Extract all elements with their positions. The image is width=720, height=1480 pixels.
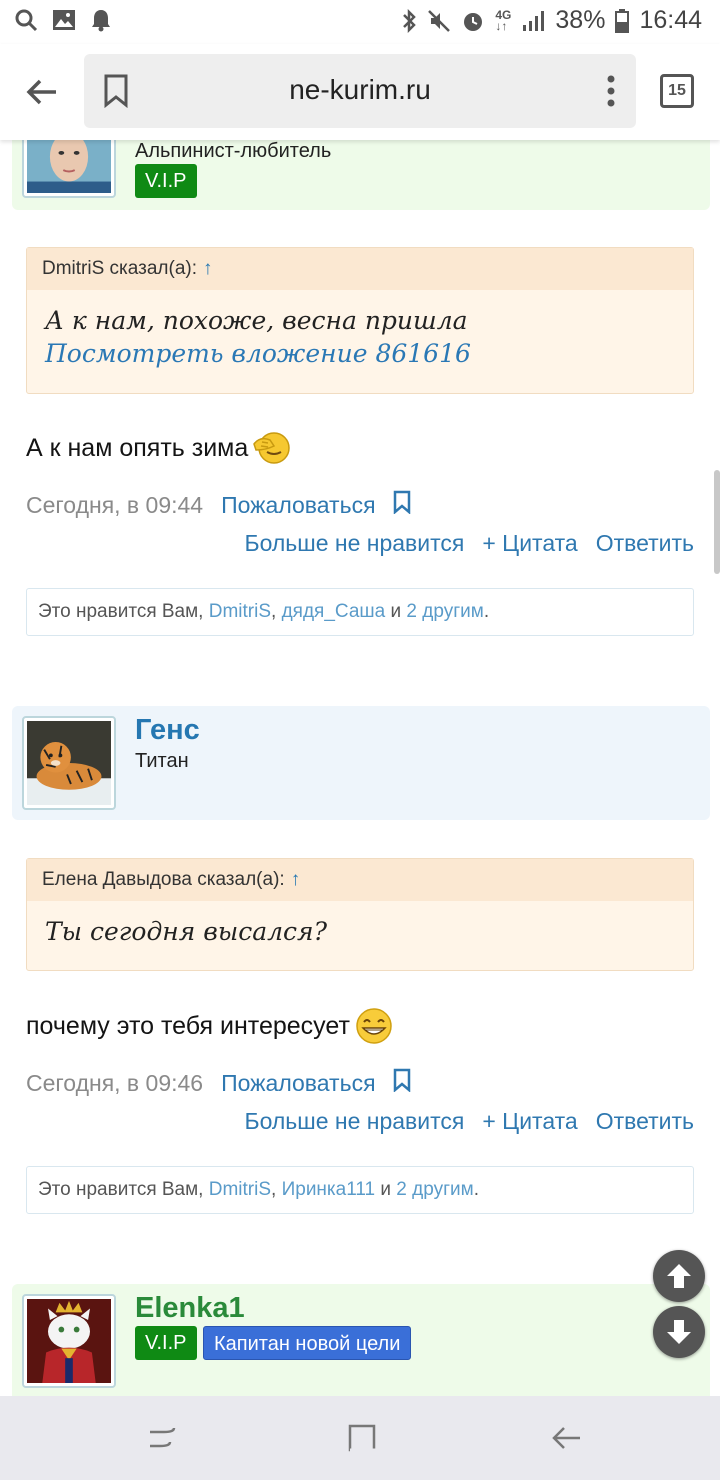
likes-and: и bbox=[390, 601, 402, 622]
grinning-emoji-icon bbox=[354, 1006, 394, 1046]
quote-text: Ты сегодня высался? bbox=[45, 917, 327, 946]
post-date[interactable]: Сегодня, в 09:44 bbox=[26, 492, 203, 519]
likes-others-link[interactable]: 2 другим bbox=[396, 1179, 473, 1200]
post-message: почему это тебя интересует bbox=[26, 1006, 394, 1046]
avatar[interactable] bbox=[22, 1294, 116, 1388]
bookmark-icon[interactable] bbox=[392, 1068, 412, 1098]
post-meta: Сегодня, в 09:44 Пожаловаться bbox=[26, 490, 412, 520]
scroll-down-button[interactable] bbox=[653, 1306, 705, 1358]
alarm-icon bbox=[461, 9, 485, 33]
likes-prefix: Это нравится Вам, bbox=[38, 1179, 204, 1200]
user-title: Альпинист-любитель bbox=[135, 140, 332, 162]
liker-link[interactable]: Иринка111 bbox=[282, 1179, 376, 1200]
attachment-link[interactable]: Посмотреть вложение 861616 bbox=[45, 337, 675, 370]
mute-icon bbox=[427, 9, 451, 33]
report-link[interactable]: Пожаловаться bbox=[221, 1070, 375, 1097]
bluetooth-icon bbox=[401, 8, 417, 33]
rank-badge: Капитан новой цели bbox=[203, 1326, 412, 1360]
reply-button[interactable]: Ответить bbox=[596, 1108, 694, 1135]
post-user-bar: Генс Титан bbox=[12, 706, 710, 820]
back-arrow-icon[interactable] bbox=[22, 72, 62, 112]
more-menu-icon[interactable] bbox=[606, 74, 616, 113]
system-navigation-bar bbox=[0, 1396, 720, 1480]
user-title: Титан bbox=[135, 750, 189, 772]
avatar[interactable] bbox=[22, 140, 116, 198]
address-bar[interactable]: ne-kurim.ru bbox=[84, 54, 636, 128]
quote-header: Елена Давыдова сказал(а): ↑ bbox=[27, 859, 693, 901]
quote-button[interactable]: + Цитата bbox=[482, 530, 577, 557]
post-message: А к нам опять зима bbox=[26, 428, 292, 468]
unlike-link[interactable]: Больше не нравится bbox=[244, 530, 464, 557]
quote-block: Елена Давыдова сказал(а): ↑ Ты сегодня вы… bbox=[26, 858, 694, 971]
quote-text: А к нам, похоже, весна пришла bbox=[45, 306, 468, 335]
signal-icon bbox=[521, 10, 545, 32]
quote-header: DmitriS сказал(а): ↑ bbox=[27, 248, 693, 290]
unlike-link[interactable]: Больше не нравится bbox=[244, 1108, 464, 1135]
search-icon bbox=[14, 8, 38, 32]
bookmark-icon[interactable] bbox=[392, 490, 412, 520]
liker-link[interactable]: DmitriS bbox=[209, 601, 271, 622]
home-icon[interactable] bbox=[344, 1418, 384, 1458]
scrollbar[interactable] bbox=[714, 470, 720, 574]
battery-icon bbox=[615, 8, 630, 33]
browser-toolbar: ne-kurim.ru 15 bbox=[0, 44, 720, 140]
likes-prefix: Это нравится Вам, bbox=[38, 601, 204, 622]
url-text[interactable]: ne-kurim.ru bbox=[84, 74, 636, 106]
likes-separator: , bbox=[271, 1179, 277, 1200]
thread-content: Альпинист-любитель V.I.P DmitriS сказал(… bbox=[0, 140, 720, 1396]
liker-link[interactable]: дядя_Саша bbox=[282, 601, 386, 622]
battery-percent: 38% bbox=[555, 6, 606, 34]
back-icon[interactable] bbox=[546, 1418, 586, 1458]
bell-icon bbox=[90, 8, 112, 32]
quote-source-link[interactable]: ↑ bbox=[203, 258, 213, 279]
scroll-up-button[interactable] bbox=[653, 1250, 705, 1302]
recent-apps-icon[interactable] bbox=[142, 1418, 182, 1458]
likes-separator: , bbox=[271, 601, 277, 622]
quote-body: А к нам, похоже, весна пришла Посмотреть… bbox=[27, 290, 693, 390]
message-text: почему это тебя интересует bbox=[26, 1011, 350, 1040]
post-actions: Больше не нравится + Цитата Ответить bbox=[244, 530, 694, 557]
post-actions: Больше не нравится + Цитата Ответить bbox=[244, 1108, 694, 1135]
likes-and: и bbox=[380, 1179, 392, 1200]
post-meta: Сегодня, в 09:46 Пожаловаться bbox=[26, 1068, 412, 1098]
post-date[interactable]: Сегодня, в 09:46 bbox=[26, 1070, 203, 1097]
message-text: А к нам опять зима bbox=[26, 433, 249, 462]
username[interactable]: Генс bbox=[135, 714, 200, 747]
quote-body: Ты сегодня высался? bbox=[27, 901, 693, 968]
vip-badge: V.I.P bbox=[135, 164, 197, 198]
likes-end: . bbox=[483, 601, 490, 622]
post-user-bar: Альпинист-любитель V.I.P bbox=[12, 140, 710, 210]
likes-end: . bbox=[473, 1179, 479, 1200]
image-icon bbox=[52, 9, 76, 31]
quote-author: DmitriS сказал(а): bbox=[42, 258, 197, 279]
reply-button[interactable]: Ответить bbox=[596, 530, 694, 557]
vip-badge: V.I.P bbox=[135, 1326, 197, 1360]
arrow-down-icon bbox=[667, 1320, 691, 1344]
quote-author: Елена Давыдова сказал(а): bbox=[42, 869, 285, 890]
tab-switcher-button[interactable]: 15 bbox=[660, 74, 694, 108]
likes-others-link[interactable]: 2 другим bbox=[406, 601, 483, 622]
arrow-up-icon bbox=[667, 1264, 691, 1288]
avatar[interactable] bbox=[22, 716, 116, 810]
facepalm-emoji-icon bbox=[252, 428, 292, 468]
liker-link[interactable]: DmitriS bbox=[209, 1179, 271, 1200]
report-link[interactable]: Пожаловаться bbox=[221, 492, 375, 519]
username[interactable]: Elenka1 bbox=[135, 1292, 245, 1325]
quote-source-link[interactable]: ↑ bbox=[291, 869, 301, 890]
quote-button[interactable]: + Цитата bbox=[482, 1108, 577, 1135]
status-bar: 4G ↓↑ 38% 16:44 bbox=[0, 0, 720, 44]
clock: 16:44 bbox=[639, 6, 702, 34]
likes-summary: Это нравится Вам, DmitriS, дядя_Саша и 2… bbox=[26, 588, 694, 636]
4g-icon: 4G ↓↑ bbox=[495, 7, 512, 33]
likes-summary: Это нравится Вам, DmitriS, Иринка111 и 2… bbox=[26, 1166, 694, 1214]
post-user-bar: Elenka1 V.I.P Капитан новой цели bbox=[12, 1284, 710, 1396]
quote-block: DmitriS сказал(а): ↑ А к нам, похоже, вес… bbox=[26, 247, 694, 394]
